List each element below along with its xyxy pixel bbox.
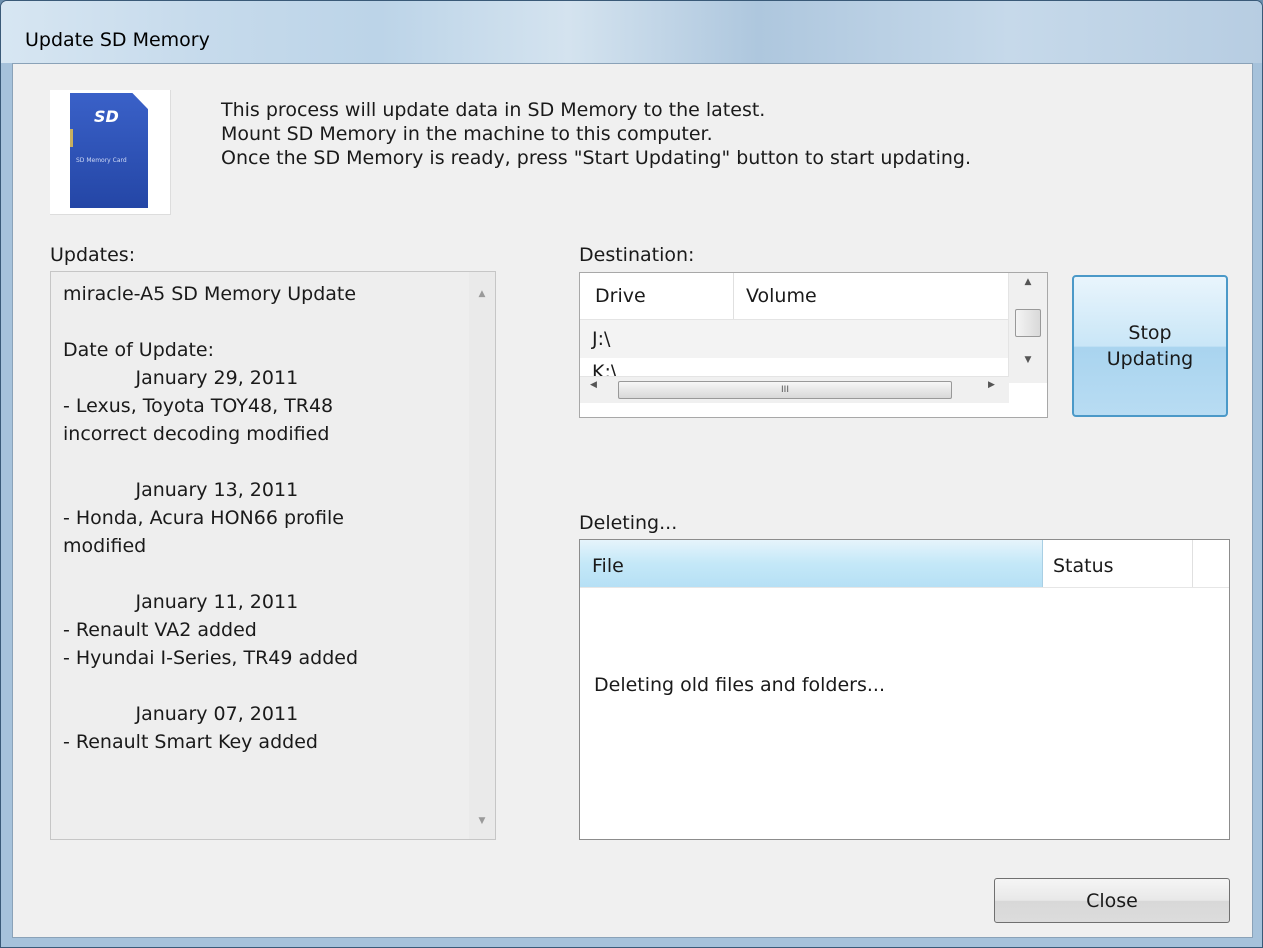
horizontal-scroll-thumb[interactable]: III <box>618 381 952 399</box>
column-header-file[interactable]: File <box>580 540 1043 587</box>
update-text-line: January 11, 2011 <box>63 591 299 613</box>
updates-textbox[interactable]: miracle-A5 SD Memory Update Date of Updat… <box>50 271 496 840</box>
update-text-line: January 13, 2011 <box>63 479 299 501</box>
sd-card-caption: SD Memory Card <box>76 157 127 164</box>
update-text-line <box>63 448 358 476</box>
update-text-line: - Lexus, Toyota TOY48, TR48 <box>63 395 334 417</box>
update-text-line: - Honda, Acura HON66 profile <box>63 507 344 529</box>
vertical-scroll-thumb[interactable] <box>1015 309 1041 337</box>
destination-label: Destination: <box>579 244 695 266</box>
stop-updating-button-label: Stop Updating <box>1107 320 1194 372</box>
list-item[interactable]: J:\ <box>580 319 1009 358</box>
close-button[interactable]: Close <box>994 878 1230 923</box>
intro-text: This process will update data in SD Memo… <box>221 98 971 170</box>
update-text-line: January 29, 2011 <box>63 367 299 389</box>
scroll-up-arrow-icon[interactable]: ▲ <box>469 284 495 304</box>
drive-cell: K:\ <box>592 361 618 376</box>
scroll-down-arrow-icon[interactable]: ▼ <box>469 811 495 831</box>
stop-updating-button[interactable]: Stop Updating <box>1072 275 1228 417</box>
destination-horizontal-scrollbar[interactable]: ◀ III ▶ <box>580 376 1009 403</box>
updates-content: miracle-A5 SD Memory Update Date of Updat… <box>63 280 358 756</box>
stop-updating-line1: Stop <box>1128 322 1172 344</box>
update-text-line: January 07, 2011 <box>63 703 299 725</box>
column-header-volume[interactable]: Volume <box>734 273 1009 319</box>
sd-card-image: SD SD Memory Card <box>70 93 148 208</box>
destination-list[interactable]: Drive Volume J:\ K:\ ▲ ▼ ◀ III ▶ <box>579 272 1048 418</box>
title-bar[interactable]: Update SD Memory <box>1 1 1262 63</box>
header-divider <box>580 587 1229 588</box>
window-title: Update SD Memory <box>25 29 210 51</box>
deleting-file-list[interactable]: File Status Deleting old files and folde… <box>579 539 1230 840</box>
scroll-right-arrow-icon[interactable]: ▶ <box>988 380 995 390</box>
update-text-line: modified <box>63 535 147 557</box>
update-sd-memory-window: Update SD Memory SD SD Memory Card This … <box>0 0 1263 948</box>
update-text-line: - Hyundai I-Series, TR49 added <box>63 647 359 669</box>
drive-cell: J:\ <box>592 328 611 350</box>
column-header-status[interactable]: Status <box>1043 540 1193 587</box>
scroll-up-arrow-icon[interactable]: ▲ <box>1009 277 1047 287</box>
update-text-line: - Renault Smart Key added <box>63 731 318 753</box>
sd-card-contact <box>70 129 73 147</box>
update-text-line: - Renault VA2 added <box>63 619 257 641</box>
intro-line: Once the SD Memory is ready, press "Star… <box>221 147 972 169</box>
update-text-line <box>63 672 358 700</box>
stop-updating-line2: Updating <box>1106 348 1194 370</box>
dialog-body: SD SD Memory Card This process will upda… <box>12 63 1253 938</box>
updates-label: Updates: <box>50 244 136 266</box>
column-header-drive[interactable]: Drive <box>580 273 734 319</box>
list-item[interactable]: K:\ <box>580 357 1009 376</box>
destination-vertical-scrollbar[interactable]: ▲ ▼ <box>1008 273 1047 383</box>
update-text-line <box>63 560 358 588</box>
updates-vertical-scrollbar[interactable]: ▲ ▼ <box>469 272 495 839</box>
sd-logo-text: SD <box>94 107 119 126</box>
update-text-line: incorrect decoding modified <box>63 423 330 445</box>
deleting-status-message: Deleting old files and folders... <box>594 674 885 696</box>
update-text-line: Date of Update: <box>63 339 215 361</box>
sd-card-icon: SD SD Memory Card <box>50 90 171 215</box>
update-text-line: miracle-A5 SD Memory Update <box>63 283 357 305</box>
update-text-line <box>63 308 358 336</box>
scroll-left-arrow-icon[interactable]: ◀ <box>590 380 597 390</box>
intro-line: Mount SD Memory in the machine to this c… <box>221 123 713 145</box>
scroll-down-arrow-icon[interactable]: ▼ <box>1009 355 1047 365</box>
intro-line: This process will update data in SD Memo… <box>221 99 766 121</box>
deleting-label: Deleting... <box>579 512 678 534</box>
